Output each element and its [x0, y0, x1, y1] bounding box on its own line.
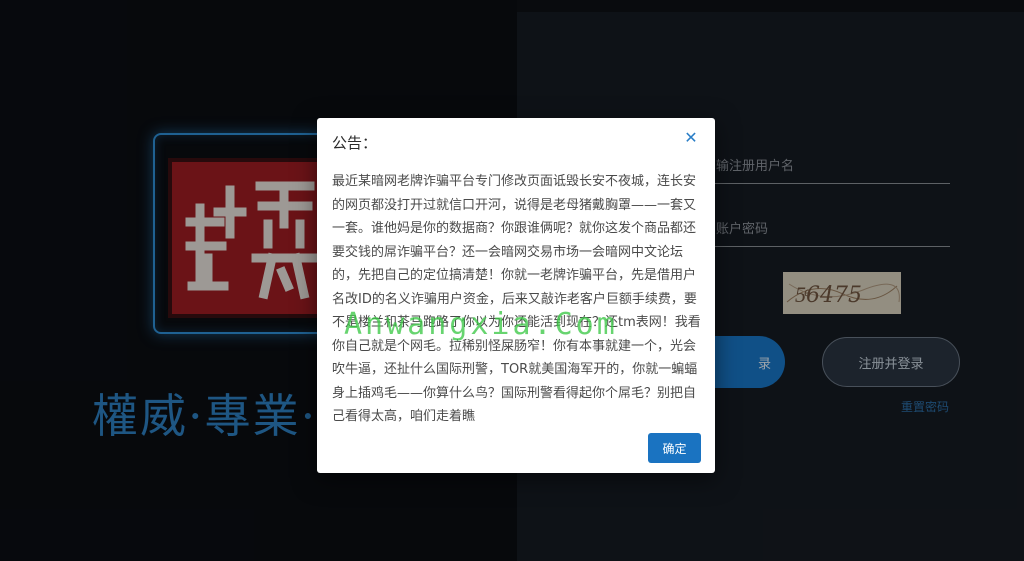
modal-title: 公告： [332, 134, 378, 152]
announcement-modal: 公告： ✕ 最近某暗网老牌诈骗平台专门修改页面诋毁长安不夜城，连长安的网页都没打… [317, 118, 715, 473]
modal-body-text: 最近某暗网老牌诈骗平台专门修改页面诋毁长安不夜城，连长安的网页都没打开过就信口开… [332, 174, 701, 424]
ok-button[interactable]: 确定 [648, 433, 701, 463]
close-icon[interactable]: ✕ [681, 128, 701, 148]
